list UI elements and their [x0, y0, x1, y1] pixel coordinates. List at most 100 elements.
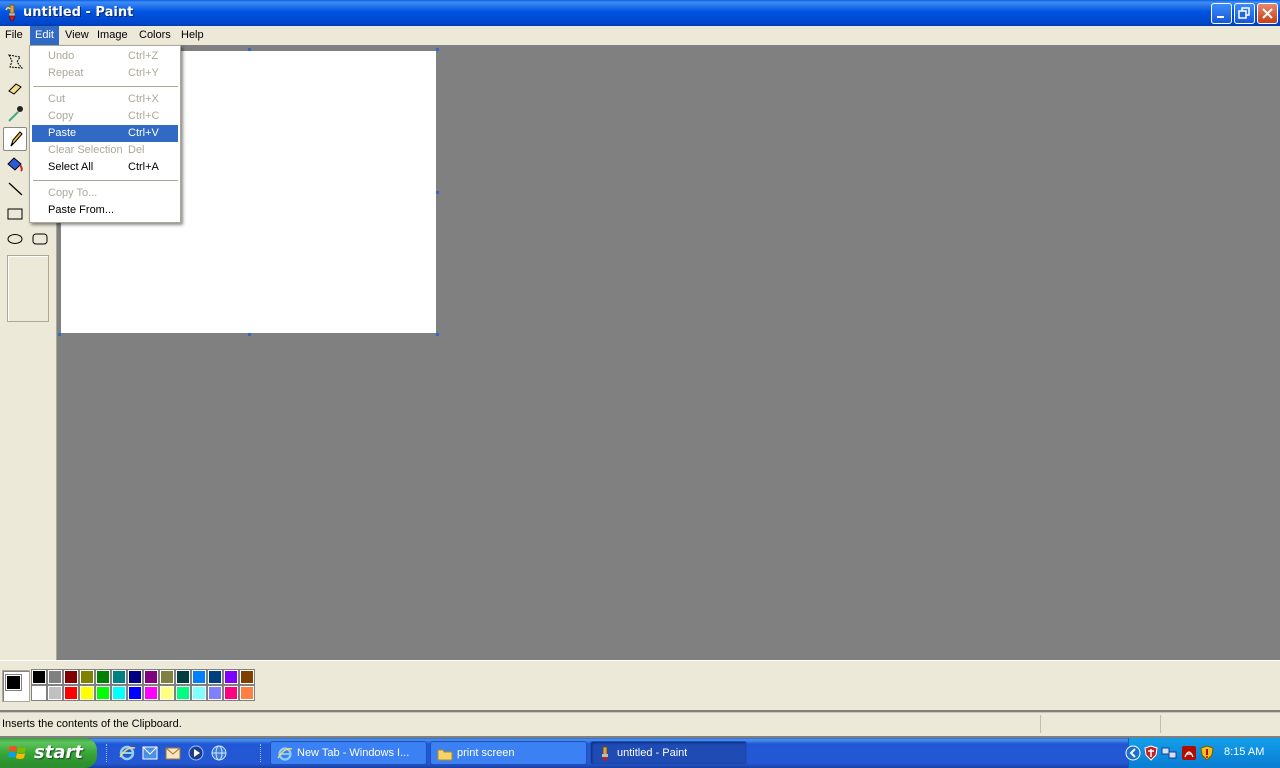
resize-handle[interactable] — [58, 333, 61, 336]
menu-item-label: Select All — [48, 161, 94, 173]
resize-handle[interactable] — [248, 48, 251, 51]
toolbar-grip[interactable] — [106, 744, 109, 762]
title-bar[interactable]: untitled - Paint — [0, 0, 1280, 26]
menu-item-label: Repeat — [48, 67, 84, 79]
menu-item-paste-from[interactable]: Paste From... — [32, 202, 178, 219]
free-form-select-icon[interactable] — [3, 50, 27, 74]
pencil-icon[interactable] — [3, 127, 27, 151]
toolbar-grip[interactable] — [260, 744, 263, 762]
menu-edit[interactable]: Edit — [30, 26, 59, 45]
menu-item-paste[interactable]: Paste Ctrl+V — [32, 125, 178, 142]
chevron-left-icon[interactable] — [1125, 745, 1141, 761]
menu-item-copy[interactable]: Copy Ctrl+C — [32, 108, 178, 125]
palette-swatch[interactable] — [239, 669, 255, 685]
clock[interactable]: 8:15 AM — [1224, 746, 1264, 758]
palette-swatch[interactable] — [127, 669, 143, 685]
pick-color-icon[interactable] — [3, 102, 27, 126]
palette-swatch[interactable] — [223, 669, 239, 685]
palette-swatch[interactable] — [79, 669, 95, 685]
restore-button[interactable] — [1234, 3, 1255, 24]
taskbar-button-paint[interactable]: untitled - Paint — [590, 741, 747, 765]
current-colors[interactable] — [2, 670, 30, 702]
menu-file[interactable]: File — [0, 26, 28, 45]
palette-swatch[interactable] — [159, 685, 175, 701]
resize-handle[interactable] — [436, 191, 439, 194]
folder-icon — [437, 746, 453, 762]
palette-swatch[interactable] — [79, 685, 95, 701]
resize-handle[interactable] — [436, 333, 439, 336]
palette-swatch[interactable] — [175, 685, 191, 701]
edit-menu-dropdown: Undo Ctrl+Z Repeat Ctrl+Y Cut Ctrl+X Cop… — [29, 45, 181, 223]
palette-swatch[interactable] — [95, 669, 111, 685]
menu-item-shortcut: Ctrl+Z — [128, 50, 159, 62]
menu-item-undo[interactable]: Undo Ctrl+Z — [32, 48, 178, 65]
menu-item-select-all[interactable]: Select All Ctrl+A — [32, 159, 178, 176]
palette-swatch[interactable] — [95, 685, 111, 701]
ellipse-icon[interactable] — [3, 227, 27, 251]
palette-swatch[interactable] — [143, 669, 159, 685]
palette-swatch[interactable] — [143, 685, 159, 701]
paint-brush-icon[interactable] — [4, 4, 20, 22]
palette-swatch[interactable] — [207, 685, 223, 701]
menu-item-shortcut: Ctrl+C — [128, 110, 160, 122]
close-button[interactable] — [1257, 3, 1278, 24]
palette-swatch[interactable] — [223, 685, 239, 701]
internet-explorer-icon[interactable] — [118, 744, 136, 762]
palette-swatch[interactable] — [207, 669, 223, 685]
palette-swatch[interactable] — [63, 685, 79, 701]
palette-swatch[interactable] — [191, 685, 207, 701]
canvas-area[interactable] — [57, 45, 1280, 660]
fill-icon[interactable] — [3, 152, 27, 176]
palette-swatch[interactable] — [47, 685, 63, 701]
menu-help[interactable]: Help — [176, 26, 209, 45]
minimize-button[interactable] — [1211, 3, 1232, 24]
palette-swatch[interactable] — [111, 685, 127, 701]
start-button[interactable]: start — [0, 738, 97, 768]
resize-handle[interactable] — [436, 48, 439, 51]
menu-item-repeat[interactable]: Repeat Ctrl+Y — [32, 65, 178, 82]
paint-brush-icon — [597, 746, 613, 762]
status-pane-coords — [1040, 715, 1160, 733]
menu-colors[interactable]: Colors — [134, 26, 176, 45]
outlook-express-icon[interactable] — [141, 744, 159, 762]
palette-swatch[interactable] — [63, 669, 79, 685]
menu-item-shortcut: Ctrl+V — [128, 127, 159, 139]
palette-swatch[interactable] — [175, 669, 191, 685]
menu-item-label: Clear Selection — [48, 144, 123, 156]
palette-swatch[interactable] — [191, 669, 207, 685]
acrobat-icon[interactable] — [1181, 745, 1197, 761]
menu-item-cut[interactable]: Cut Ctrl+X — [32, 91, 178, 108]
menu-item-shortcut: Ctrl+X — [128, 93, 159, 105]
taskbar-button-label: untitled - Paint — [617, 747, 688, 759]
resize-handle[interactable] — [248, 333, 251, 336]
taskbar-button-folder[interactable]: print screen — [430, 741, 587, 765]
palette-swatch[interactable] — [31, 685, 47, 701]
status-bar: Inserts the contents of the Clipboard. — [0, 712, 1280, 736]
palette-swatch[interactable] — [127, 685, 143, 701]
line-icon[interactable] — [3, 177, 27, 201]
menu-item-copy-to[interactable]: Copy To... — [32, 185, 178, 202]
security-icon[interactable] — [1199, 745, 1215, 761]
taskbar-button-ie[interactable]: New Tab - Windows I... — [270, 741, 427, 765]
media-player-icon[interactable] — [187, 744, 205, 762]
menu-image[interactable]: Image — [92, 26, 133, 45]
palette-swatch[interactable] — [159, 669, 175, 685]
mail-icon[interactable] — [164, 744, 182, 762]
globe-icon[interactable] — [210, 744, 228, 762]
start-label: start — [34, 742, 83, 763]
menu-view[interactable]: View — [60, 26, 94, 45]
rectangle-icon[interactable] — [3, 202, 27, 226]
menu-item-clear-selection[interactable]: Clear Selection Del — [32, 142, 178, 159]
palette-swatch[interactable] — [111, 669, 127, 685]
palette-swatch[interactable] — [31, 669, 47, 685]
network-icon[interactable] — [1161, 745, 1177, 761]
menu-bar: File Edit View Image Colors Help — [0, 26, 1280, 45]
eraser-icon[interactable] — [3, 76, 27, 100]
shield-icon[interactable] — [1143, 745, 1159, 761]
palette-swatch[interactable] — [239, 685, 255, 701]
palette-swatch[interactable] — [47, 669, 63, 685]
tool-options-box[interactable] — [7, 255, 49, 322]
rounded-rectangle-icon[interactable] — [28, 227, 52, 251]
menu-item-shortcut: Del — [128, 144, 145, 156]
internet-explorer-icon — [277, 746, 293, 762]
